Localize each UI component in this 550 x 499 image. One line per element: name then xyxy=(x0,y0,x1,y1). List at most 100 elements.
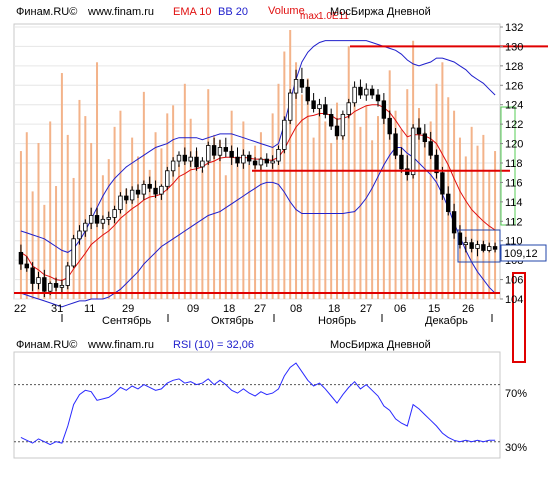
volume-bar xyxy=(476,145,479,299)
volume-bar xyxy=(347,46,350,299)
volume-bar xyxy=(224,175,227,299)
candle xyxy=(65,262,70,290)
candle xyxy=(71,234,76,268)
price-tick-label: 118 xyxy=(505,158,523,170)
price-tick-label: 116 xyxy=(505,177,523,189)
candle xyxy=(206,141,211,165)
candle-body xyxy=(440,172,445,195)
candle-body xyxy=(469,242,474,249)
candle-body xyxy=(176,154,182,162)
volume-bar xyxy=(60,73,63,299)
volume-bar xyxy=(84,116,87,299)
candle-body xyxy=(217,147,223,156)
volume-bar xyxy=(277,83,280,299)
date-tick-label: 11 xyxy=(84,303,95,315)
candle-body xyxy=(141,183,147,195)
candle-body xyxy=(211,145,217,156)
candle xyxy=(340,110,346,140)
candle-body xyxy=(451,211,457,234)
candle-body xyxy=(487,246,492,251)
candle-body xyxy=(77,230,82,240)
volume-bar xyxy=(423,132,426,299)
ema-label: EMA 10 xyxy=(173,6,212,18)
candle-body xyxy=(159,185,164,195)
candle-body xyxy=(235,156,240,164)
candle-body xyxy=(346,102,351,115)
volume-bar xyxy=(195,151,198,299)
candle-body xyxy=(83,222,88,232)
date-tick-label: 06 xyxy=(394,303,406,315)
candle-body xyxy=(147,183,152,189)
candle-body xyxy=(188,156,193,162)
rsi-value-label: RSI (10) = 32,06 xyxy=(173,339,254,351)
volume-bar xyxy=(382,99,385,299)
price-tick-label: 126 xyxy=(505,80,523,92)
candle-body xyxy=(194,156,199,168)
candle-body xyxy=(124,195,129,201)
volume-bar xyxy=(172,105,175,299)
candle-body xyxy=(206,145,211,162)
candle-body xyxy=(422,133,428,143)
candle-body xyxy=(475,244,480,249)
candle-body xyxy=(276,148,281,162)
volume-bar xyxy=(131,137,134,299)
candle-body xyxy=(229,150,234,158)
date-tick-label: 31 xyxy=(51,303,63,315)
date-tick-label: 27 xyxy=(254,303,266,315)
volume-bar xyxy=(470,126,473,299)
volume-bar xyxy=(177,164,180,299)
volume-bar xyxy=(137,156,139,299)
volume-bar xyxy=(183,83,186,299)
candle-body xyxy=(358,86,363,96)
volume-bar xyxy=(271,113,274,299)
price-tick-label: 122 xyxy=(505,119,523,131)
candle-body xyxy=(282,119,287,150)
candle-body xyxy=(463,242,469,246)
candle-body xyxy=(323,104,328,115)
volume-bar xyxy=(19,151,22,299)
price-tick-label: 106 xyxy=(505,275,523,287)
volume-bar xyxy=(324,121,327,300)
candle-body xyxy=(18,251,24,265)
date-tick-label: 22 xyxy=(14,303,26,315)
volume-bar xyxy=(218,140,221,299)
candle-body xyxy=(47,283,53,292)
volume-bar xyxy=(312,137,315,299)
volume-bar xyxy=(78,99,81,299)
price-tick-label: 130 xyxy=(505,41,523,53)
candle-body xyxy=(182,154,188,162)
volume-bar xyxy=(494,151,497,299)
volume-bar xyxy=(377,116,379,299)
date-tick-label: 26 xyxy=(462,303,474,315)
candle-body xyxy=(258,158,264,166)
candle-body xyxy=(24,263,29,269)
volume-bar xyxy=(300,94,303,299)
volume-bar xyxy=(330,142,333,299)
volume-bar xyxy=(242,121,245,300)
date-tick-label: 29 xyxy=(122,303,134,315)
candle-body xyxy=(399,154,404,170)
candle-body xyxy=(393,133,398,156)
candle-body xyxy=(293,79,299,94)
date-tick-label: 18 xyxy=(328,303,340,315)
candle-body xyxy=(311,100,316,110)
candle-body xyxy=(264,158,269,164)
candle-body xyxy=(375,94,381,102)
candle-body xyxy=(100,218,106,224)
candle-body xyxy=(112,209,117,218)
last-price-badge: 109,12 xyxy=(504,248,538,260)
date-tick-label: 27 xyxy=(360,303,372,315)
volume-bar xyxy=(201,169,204,299)
price-tick-label: 104 xyxy=(505,294,523,306)
candle-body xyxy=(94,215,100,224)
candle-body xyxy=(446,193,451,212)
candle-body xyxy=(170,160,176,172)
volume-bar xyxy=(96,62,99,299)
rsi-site-label: www.finam.ru xyxy=(87,339,154,351)
price-tick-label: 114 xyxy=(505,197,523,209)
price-and-rsi-chart: 1041061081101121141161181201221241261281… xyxy=(0,0,550,499)
date-tick-label: 09 xyxy=(187,303,199,315)
source-label: Финам.RU© xyxy=(16,6,77,18)
candle-body xyxy=(381,100,387,119)
volume-bar xyxy=(283,51,286,299)
